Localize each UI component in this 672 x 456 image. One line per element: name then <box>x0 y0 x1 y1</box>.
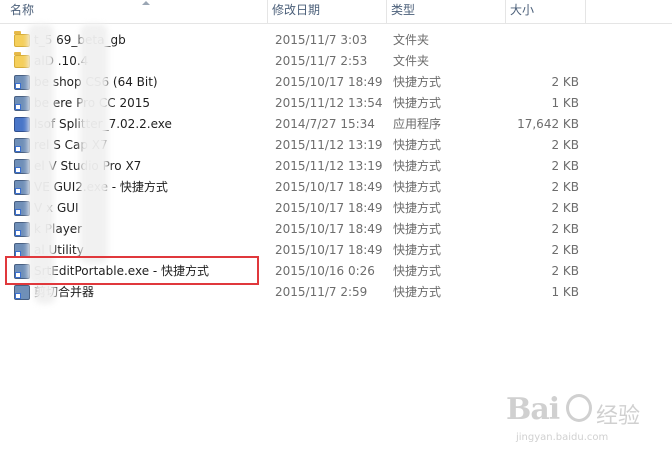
file-row[interactable]: VE GUI2.exe - 快捷方式 2015/10/17 18:49 快捷方式… <box>0 177 672 198</box>
watermark-logo: Bai <box>506 392 560 427</box>
file-size: 2 KB <box>551 222 579 236</box>
file-size: 2 KB <box>551 201 579 215</box>
file-date: 2015/11/7 2:59 <box>275 285 368 299</box>
shortcut-icon <box>14 222 30 237</box>
file-date: 2015/10/17 18:49 <box>275 222 383 236</box>
file-date: 2015/10/16 0:26 <box>275 264 375 278</box>
column-header-date[interactable]: 修改日期 <box>268 0 387 23</box>
file-type: 快捷方式 <box>393 96 442 110</box>
file-name: 剪切合并器 <box>34 285 95 299</box>
file-row[interactable]: t_5 69_beta_gb 2015/11/7 3:03 文件夹 <box>0 30 672 51</box>
file-name: lsof Splitter_7.02.2.exe <box>34 117 172 131</box>
shortcut-icon <box>14 285 30 300</box>
file-name: VE GUI2.exe - 快捷方式 <box>34 180 168 194</box>
file-type: 文件夹 <box>393 54 430 68</box>
baidu-watermark: Bai 经验 jingyan.baidu.com <box>500 390 660 450</box>
folder-icon <box>14 52 30 68</box>
file-date: 2015/10/17 18:49 <box>275 201 383 215</box>
column-header-name[interactable]: 名称 <box>0 0 268 23</box>
file-date: 2015/11/12 13:19 <box>275 138 383 152</box>
shortcut-icon <box>14 75 30 90</box>
file-size: 2 KB <box>551 138 579 152</box>
file-name: el V Studio Pro X7 <box>34 159 142 173</box>
column-header-bar: 名称 修改日期 类型 大小 <box>0 0 672 24</box>
file-name: SrtEditPortable.exe - 快捷方式 <box>34 264 210 278</box>
file-size: 2 KB <box>551 180 579 194</box>
shortcut-icon <box>14 96 30 111</box>
folder-icon <box>14 31 30 47</box>
file-row[interactable]: rel S Cap X7 2015/11/12 13:19 快捷方式 2 KB <box>0 135 672 156</box>
file-date: 2015/10/17 18:49 <box>275 243 383 257</box>
column-header-size-label: 大小 <box>510 3 535 17</box>
shortcut-icon <box>14 159 30 174</box>
file-name: rel S Cap X7 <box>34 138 108 152</box>
file-date: 2014/7/27 15:34 <box>275 117 375 131</box>
file-size: 17,642 KB <box>517 117 579 131</box>
file-type: 文件夹 <box>393 33 430 47</box>
file-type: 快捷方式 <box>393 285 442 299</box>
shortcut-icon <box>14 180 30 195</box>
file-name: k Player <box>34 222 83 236</box>
column-header-size[interactable]: 大小 <box>506 0 586 23</box>
shortcut-icon <box>14 243 30 258</box>
file-date: 2015/11/7 3:03 <box>275 33 368 47</box>
shortcut-icon <box>14 264 30 279</box>
file-size: 2 KB <box>551 159 579 173</box>
watermark-chinese: 经验 <box>596 404 641 429</box>
file-size: 2 KB <box>551 243 579 257</box>
shortcut-icon <box>14 201 30 216</box>
file-list: t_5 69_beta_gb 2015/11/7 3:03 文件夹 alD .1… <box>0 30 672 303</box>
app-icon <box>14 117 30 132</box>
file-type: 快捷方式 <box>393 75 442 89</box>
file-row-srteditportable[interactable]: SrtEditPortable.exe - 快捷方式 2015/10/16 0:… <box>0 261 672 282</box>
file-date: 2015/11/12 13:54 <box>275 96 383 110</box>
column-header-name-label: 名称 <box>10 3 35 17</box>
column-header-date-label: 修改日期 <box>272 3 321 17</box>
file-type: 快捷方式 <box>393 264 442 278</box>
file-date: 2015/10/17 18:49 <box>275 75 383 89</box>
file-row[interactable]: lsof Splitter_7.02.2.exe 2014/7/27 15:34… <box>0 114 672 135</box>
file-row[interactable]: be ere Pro CC 2015 2015/11/12 13:54 快捷方式… <box>0 93 672 114</box>
file-name: be shop CS6 (64 Bit) <box>34 75 158 89</box>
file-type: 应用程序 <box>393 117 442 131</box>
file-row[interactable]: al Utility 2015/10/17 18:49 快捷方式 2 KB <box>0 240 672 261</box>
file-type: 快捷方式 <box>393 180 442 194</box>
file-size: 1 KB <box>551 285 579 299</box>
shortcut-icon <box>14 138 30 153</box>
file-name: alD .10.4 <box>34 54 89 68</box>
file-date: 2015/11/12 13:19 <box>275 159 383 173</box>
file-row[interactable]: 剪切合并器 2015/11/7 2:59 快捷方式 1 KB <box>0 282 672 303</box>
file-type: 快捷方式 <box>393 243 442 257</box>
file-type: 快捷方式 <box>393 222 442 236</box>
file-type: 快捷方式 <box>393 138 442 152</box>
file-date: 2015/11/7 2:53 <box>275 54 368 68</box>
file-row[interactable]: be shop CS6 (64 Bit) 2015/10/17 18:49 快捷… <box>0 72 672 93</box>
sort-ascending-icon <box>142 1 150 5</box>
file-name: V x GUI <box>34 201 79 215</box>
file-name: al Utility <box>34 243 84 257</box>
file-size: 2 KB <box>551 75 579 89</box>
file-date: 2015/10/17 18:49 <box>275 180 383 194</box>
file-name: be ere Pro CC 2015 <box>34 96 151 110</box>
file-name: t_5 69_beta_gb <box>34 33 126 47</box>
column-header-type[interactable]: 类型 <box>387 0 506 23</box>
column-header-type-label: 类型 <box>391 3 416 17</box>
file-row[interactable]: el V Studio Pro X7 2015/11/12 13:19 快捷方式… <box>0 156 672 177</box>
file-row[interactable]: V x GUI 2015/10/17 18:49 快捷方式 2 KB <box>0 198 672 219</box>
file-row[interactable]: alD .10.4 2015/11/7 2:53 文件夹 <box>0 51 672 72</box>
file-type: 快捷方式 <box>393 201 442 215</box>
file-size: 2 KB <box>551 264 579 278</box>
baidu-paw-icon <box>566 394 592 422</box>
file-size: 1 KB <box>551 96 579 110</box>
file-row[interactable]: k Player 2015/10/17 18:49 快捷方式 2 KB <box>0 219 672 240</box>
file-type: 快捷方式 <box>393 159 442 173</box>
watermark-url: jingyan.baidu.com <box>516 432 609 443</box>
